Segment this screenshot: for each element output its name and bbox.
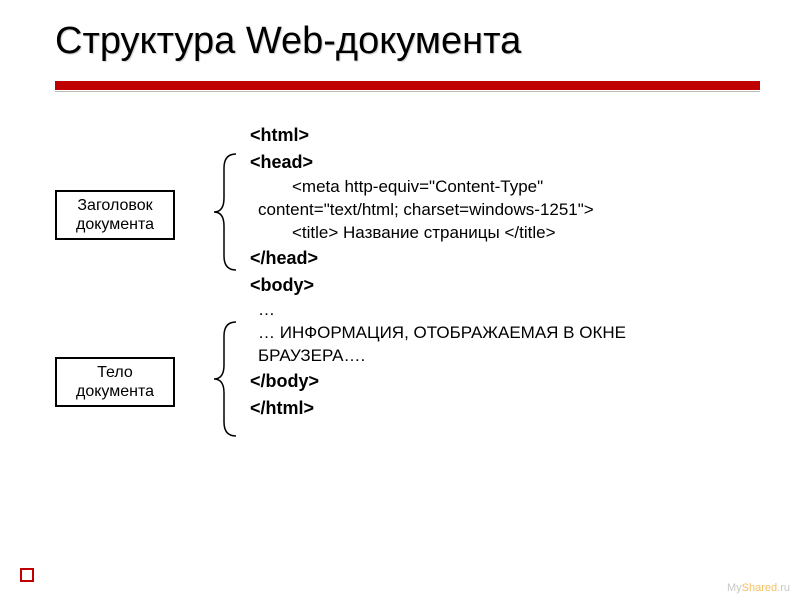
code-html-open: <html> [250, 122, 760, 149]
code-info-1: … ИНФОРМАЦИЯ, ОТОБРАЖАЕМАЯ В ОКНЕ [250, 322, 760, 345]
watermark-p3: .ru [777, 582, 790, 594]
body-area: Заголовок документа Тело документа <html… [55, 122, 760, 422]
code-info-2: БРАУЗЕРА…. [250, 345, 760, 368]
code-head-open: <head> [250, 149, 760, 176]
square-icon [20, 568, 34, 582]
labels-column: Заголовок документа Тело документа [55, 122, 210, 422]
watermark: MyShared.ru [727, 582, 790, 594]
brace-body-icon [210, 320, 240, 438]
code-body-close: </body> [250, 368, 760, 395]
label-head: Заголовок документа [55, 190, 175, 240]
watermark-p1: My [727, 582, 742, 594]
code-html-close: </html> [250, 395, 760, 422]
code-head-close: </head> [250, 245, 760, 272]
slide: Структура Web-документа Заголовок докуме… [0, 0, 800, 600]
code-column: <html> <head> <meta http-equiv="Content-… [250, 122, 760, 422]
code-meta-1: <meta http-equiv="Content-Type" [250, 176, 760, 199]
watermark-p2: Shared [742, 582, 777, 594]
code-meta-2: content="text/html; charset=windows-1251… [250, 199, 760, 222]
divider-thin [55, 91, 760, 92]
code-dots: … [250, 299, 760, 322]
label-body: Тело документа [55, 357, 175, 407]
code-body-open: <body> [250, 272, 760, 299]
slide-title: Структура Web-документа [55, 20, 760, 63]
brace-column [210, 122, 250, 422]
brace-head-icon [210, 152, 240, 272]
divider-red [55, 81, 760, 90]
code-title: <title> Название страницы </title> [250, 222, 760, 245]
